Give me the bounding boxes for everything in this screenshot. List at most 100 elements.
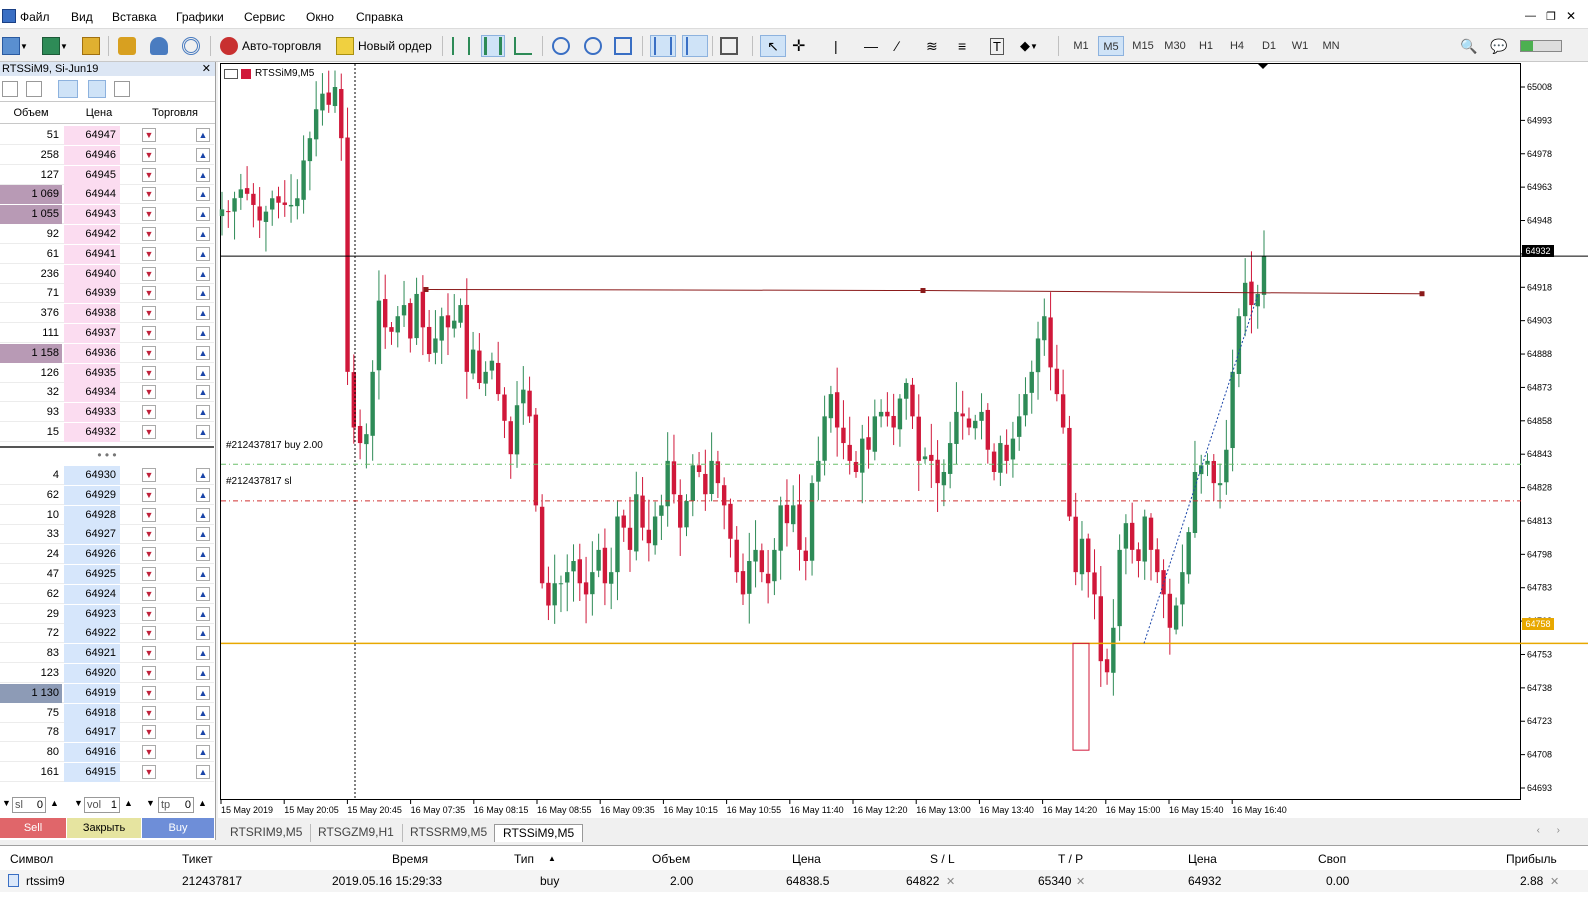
buy-limit-chevron-icon[interactable]: ▲ bbox=[196, 326, 210, 340]
minimize-icon[interactable]: — bbox=[1525, 10, 1536, 22]
zoom-in-button[interactable] bbox=[552, 35, 570, 57]
ask-row[interactable]: 71 64939 ▼ ▲ bbox=[0, 284, 214, 304]
buy-limit-chevron-icon[interactable]: ▲ bbox=[196, 666, 210, 680]
buy-limit-chevron-icon[interactable]: ▲ bbox=[196, 385, 210, 400]
sell-limit-chevron-icon[interactable]: ▼ bbox=[142, 266, 156, 281]
sell-limit-chevron-icon[interactable]: ▼ bbox=[142, 167, 156, 182]
menu-tools[interactable]: Сервис bbox=[244, 10, 285, 24]
buy-limit-chevron-icon[interactable]: ▲ bbox=[196, 128, 210, 142]
ask-row[interactable]: 236 64940 ▼ ▲ bbox=[0, 264, 214, 284]
buy-limit-chevron-icon[interactable]: ▲ bbox=[196, 286, 210, 301]
tf-m30[interactable]: M30 bbox=[1162, 36, 1188, 56]
sell-limit-chevron-icon[interactable]: ▼ bbox=[142, 507, 156, 522]
menu-insert[interactable]: Вставка bbox=[112, 10, 157, 24]
line-chart-button[interactable] bbox=[514, 35, 532, 57]
sell-limit-chevron-icon[interactable]: ▼ bbox=[142, 306, 156, 321]
tab-rtssrm9[interactable]: RTSSRM9,M5 bbox=[402, 824, 497, 842]
sell-limit-chevron-icon[interactable]: ▼ bbox=[142, 187, 156, 202]
bid-row[interactable]: 123 64920 ▼ ▲ bbox=[0, 664, 214, 683]
ask-row[interactable]: 127 64945 ▼ ▲ bbox=[0, 165, 214, 185]
bid-row[interactable]: 10 64928 ▼ ▲ bbox=[0, 505, 214, 525]
sell-limit-chevron-icon[interactable]: ▼ bbox=[142, 286, 156, 301]
accounts-button[interactable] bbox=[150, 35, 168, 57]
buy-limit-chevron-icon[interactable]: ▲ bbox=[196, 468, 210, 482]
bid-row[interactable]: 75 64918 ▼ ▲ bbox=[0, 703, 214, 723]
buy-limit-chevron-icon[interactable]: ▲ bbox=[196, 646, 210, 661]
new-chart-button[interactable]: ▼ bbox=[2, 35, 28, 57]
sell-limit-chevron-icon[interactable]: ▼ bbox=[142, 326, 156, 340]
ask-row[interactable]: 32 64934 ▼ ▲ bbox=[0, 383, 214, 403]
shapes-button[interactable]: ◆ ▼ bbox=[1020, 35, 1038, 57]
buy-limit-chevron-icon[interactable]: ▲ bbox=[196, 547, 210, 562]
sell-limit-chevron-icon[interactable]: ▼ bbox=[142, 527, 156, 542]
ask-row[interactable]: 92 64942 ▼ ▲ bbox=[0, 225, 214, 244]
tile-button[interactable] bbox=[614, 35, 632, 57]
sell-limit-chevron-icon[interactable]: ▼ bbox=[142, 147, 156, 162]
bid-row[interactable]: 33 64927 ▼ ▲ bbox=[0, 525, 214, 545]
buy-limit-chevron-icon[interactable]: ▲ bbox=[196, 246, 210, 261]
ask-row[interactable]: 93 64933 ▼ ▲ bbox=[0, 403, 214, 423]
sell-limit-chevron-icon[interactable]: ▼ bbox=[142, 745, 156, 760]
tab-rtsgzm9[interactable]: RTSGZM9,H1 bbox=[310, 824, 403, 842]
col-sl[interactable]: S / L bbox=[930, 852, 955, 866]
buy-limit-chevron-icon[interactable]: ▲ bbox=[196, 685, 210, 700]
buy-limit-chevron-icon[interactable]: ▲ bbox=[196, 507, 210, 522]
buy-limit-chevron-icon[interactable]: ▲ bbox=[196, 745, 210, 760]
sell-limit-chevron-icon[interactable]: ▼ bbox=[142, 405, 156, 420]
sell-limit-chevron-icon[interactable]: ▼ bbox=[142, 468, 156, 482]
tf-h1[interactable]: H1 bbox=[1193, 36, 1219, 56]
buy-limit-chevron-icon[interactable]: ▲ bbox=[196, 306, 210, 321]
sell-limit-chevron-icon[interactable]: ▼ bbox=[142, 425, 156, 439]
buy-limit-chevron-icon[interactable]: ▲ bbox=[196, 266, 210, 281]
new-order-button[interactable]: Новый ордер bbox=[336, 35, 432, 57]
signals-button[interactable] bbox=[182, 35, 200, 57]
restore-icon[interactable]: ❐ bbox=[1546, 10, 1556, 23]
col-swap[interactable]: Своп bbox=[1318, 852, 1346, 866]
sl-spinner-down[interactable]: ▼ bbox=[2, 798, 11, 808]
col-profit[interactable]: Прибыль bbox=[1506, 852, 1557, 866]
ask-row[interactable]: 1 158 64936 ▼ ▲ bbox=[0, 343, 214, 363]
buy-limit-chevron-icon[interactable]: ▲ bbox=[196, 765, 210, 779]
buy-limit-chevron-icon[interactable]: ▲ bbox=[196, 586, 210, 601]
col-type[interactable]: Тип bbox=[514, 852, 534, 866]
sell-limit-chevron-icon[interactable]: ▼ bbox=[142, 626, 156, 641]
sell-limit-chevron-icon[interactable]: ▼ bbox=[142, 227, 156, 241]
tp-spinner-down[interactable]: ▼ bbox=[146, 798, 155, 808]
col-symbol[interactable]: Символ bbox=[10, 852, 53, 866]
tf-m5[interactable]: M5 bbox=[1098, 36, 1124, 56]
bid-row[interactable]: 62 64929 ▼ ▲ bbox=[0, 485, 214, 505]
sell-limit-chevron-icon[interactable]: ▼ bbox=[142, 345, 156, 360]
bid-row[interactable]: 47 64925 ▼ ▲ bbox=[0, 565, 214, 584]
ask-row[interactable]: 126 64935 ▼ ▲ bbox=[0, 363, 214, 383]
buy-limit-chevron-icon[interactable]: ▲ bbox=[196, 207, 210, 222]
tp-spinner-up[interactable]: ▲ bbox=[198, 798, 207, 808]
sell-limit-chevron-icon[interactable]: ▼ bbox=[142, 606, 156, 621]
buy-limit-chevron-icon[interactable]: ▲ bbox=[196, 425, 210, 439]
text-button[interactable]: T bbox=[990, 35, 1004, 57]
buy-limit-chevron-icon[interactable]: ▲ bbox=[196, 487, 210, 502]
bid-row[interactable]: 78 64917 ▼ ▲ bbox=[0, 723, 214, 743]
volume-input[interactable]: vol 1 bbox=[84, 797, 120, 813]
bid-row[interactable]: 83 64921 ▼ ▲ bbox=[0, 644, 214, 664]
ask-row[interactable]: 1 069 64944 ▼ ▲ bbox=[0, 185, 214, 205]
sell-limit-chevron-icon[interactable]: ▼ bbox=[142, 765, 156, 779]
sell-limit-chevron-icon[interactable]: ▼ bbox=[142, 586, 156, 601]
market-watch-button[interactable] bbox=[118, 35, 136, 57]
bid-row[interactable]: 29 64923 ▼ ▲ bbox=[0, 604, 214, 624]
bid-row[interactable]: 24 64926 ▼ ▲ bbox=[0, 545, 214, 565]
channel-button[interactable]: ≋ bbox=[926, 35, 938, 57]
sell-limit-chevron-icon[interactable]: ▼ bbox=[142, 666, 156, 680]
fibo-button[interactable]: ≡ bbox=[958, 35, 966, 57]
sell-limit-chevron-icon[interactable]: ▼ bbox=[142, 207, 156, 222]
vol-spinner-up[interactable]: ▲ bbox=[124, 798, 133, 808]
close-position-button[interactable]: Закрыть bbox=[67, 818, 141, 838]
sell-limit-chevron-icon[interactable]: ▼ bbox=[142, 128, 156, 142]
horizontal-line-button[interactable]: — bbox=[864, 35, 878, 57]
menu-help[interactable]: Справка bbox=[356, 10, 403, 24]
menu-file[interactable]: Файл bbox=[20, 10, 50, 24]
buy-limit-chevron-icon[interactable]: ▲ bbox=[196, 626, 210, 641]
ask-row[interactable]: 111 64937 ▼ ▲ bbox=[0, 324, 214, 343]
dom-view-icon[interactable] bbox=[58, 80, 78, 98]
buy-limit-chevron-icon[interactable]: ▲ bbox=[196, 147, 210, 162]
buy-limit-chevron-icon[interactable]: ▲ bbox=[196, 705, 210, 720]
